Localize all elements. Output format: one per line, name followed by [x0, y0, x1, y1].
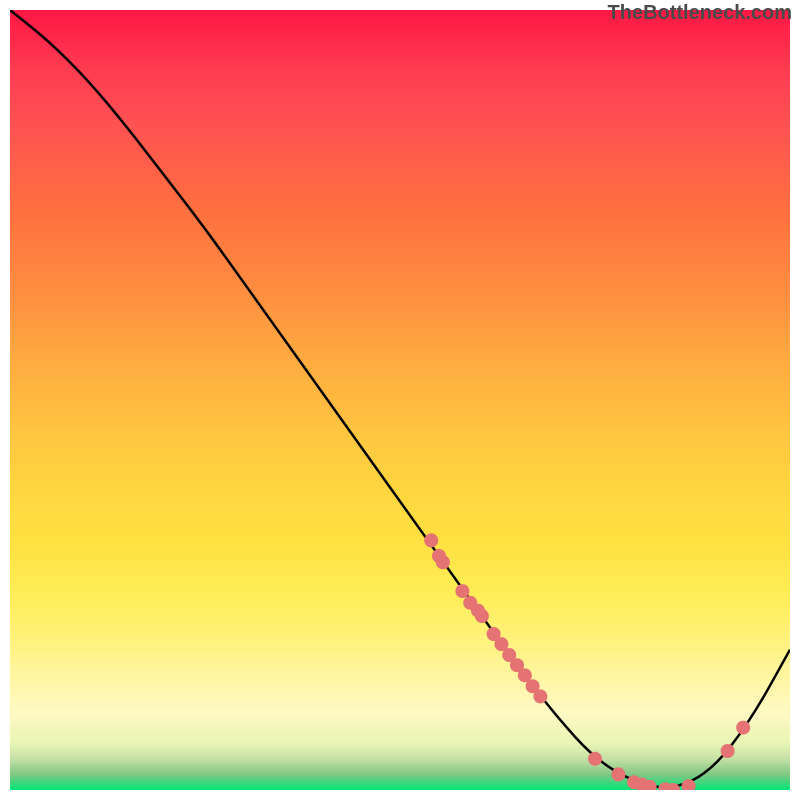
bottleneck-curve	[10, 10, 790, 787]
data-points-group	[424, 533, 750, 790]
data-point	[588, 752, 602, 766]
chart-container: TheBottleneck.com	[0, 0, 800, 800]
watermark-text: TheBottleneck.com	[608, 2, 792, 25]
data-point	[424, 533, 438, 547]
data-point	[533, 689, 547, 703]
plot-area	[10, 10, 790, 790]
data-point	[436, 555, 450, 569]
data-point	[721, 744, 735, 758]
data-point	[736, 721, 750, 735]
curve-svg	[10, 10, 790, 790]
data-point	[475, 609, 489, 623]
data-point	[611, 767, 625, 781]
data-point	[455, 584, 469, 598]
